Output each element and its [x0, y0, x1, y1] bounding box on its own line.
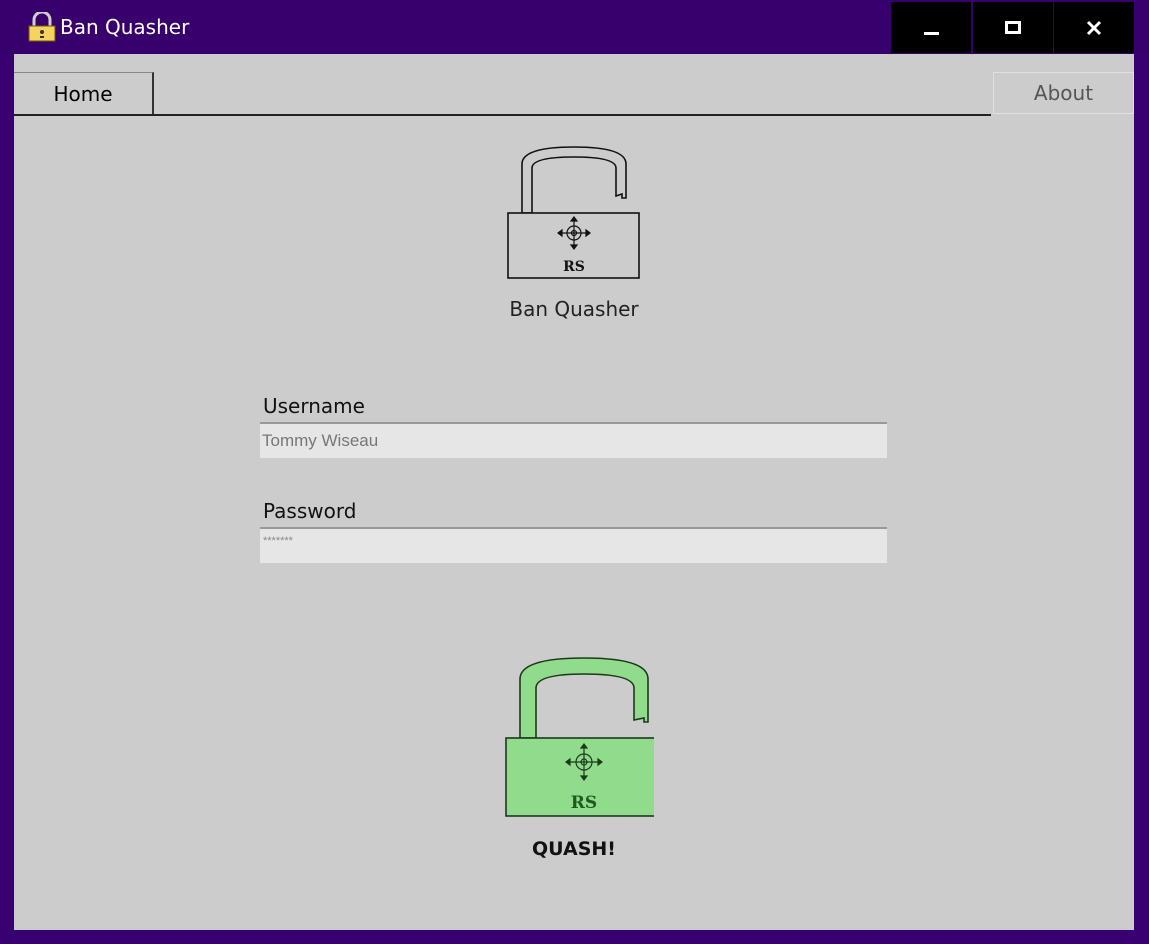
- password-label: Password: [263, 499, 357, 523]
- minimize-icon: [924, 31, 939, 35]
- quash-label: QUASH!: [532, 838, 616, 860]
- quash-button[interactable]: RS QUASH!: [484, 652, 664, 872]
- unlocked-padlock-icon: RS: [505, 657, 654, 817]
- tab-about[interactable]: About: [993, 72, 1134, 114]
- tab-home[interactable]: Home: [14, 72, 154, 114]
- maximize-button[interactable]: [973, 2, 1053, 53]
- username-label: Username: [263, 394, 365, 418]
- username-input[interactable]: [260, 422, 887, 458]
- tab-underline: [14, 114, 991, 116]
- tab-home-label: Home: [53, 81, 113, 106]
- main-panel: Home About RS Ban Quasher Username Passw…: [14, 54, 1134, 930]
- quash-emblem-text: RS: [571, 793, 597, 813]
- logo-emblem-text: RS: [563, 259, 585, 275]
- maximize-icon: [1005, 20, 1021, 34]
- password-input[interactable]: [260, 527, 887, 563]
- close-icon: [1086, 20, 1102, 35]
- padlock-icon: [28, 12, 56, 42]
- minimize-button[interactable]: [891, 2, 971, 53]
- password-masked-value: *******: [263, 535, 293, 547]
- window-title: Ban Quasher: [60, 15, 190, 39]
- tab-about-label: About: [1033, 81, 1094, 105]
- close-button[interactable]: [1054, 2, 1134, 53]
- title-bar[interactable]: Ban Quasher: [0, 0, 1149, 54]
- logo-padlock-icon: RS: [507, 146, 640, 279]
- app-name: Ban Quasher: [509, 297, 639, 321]
